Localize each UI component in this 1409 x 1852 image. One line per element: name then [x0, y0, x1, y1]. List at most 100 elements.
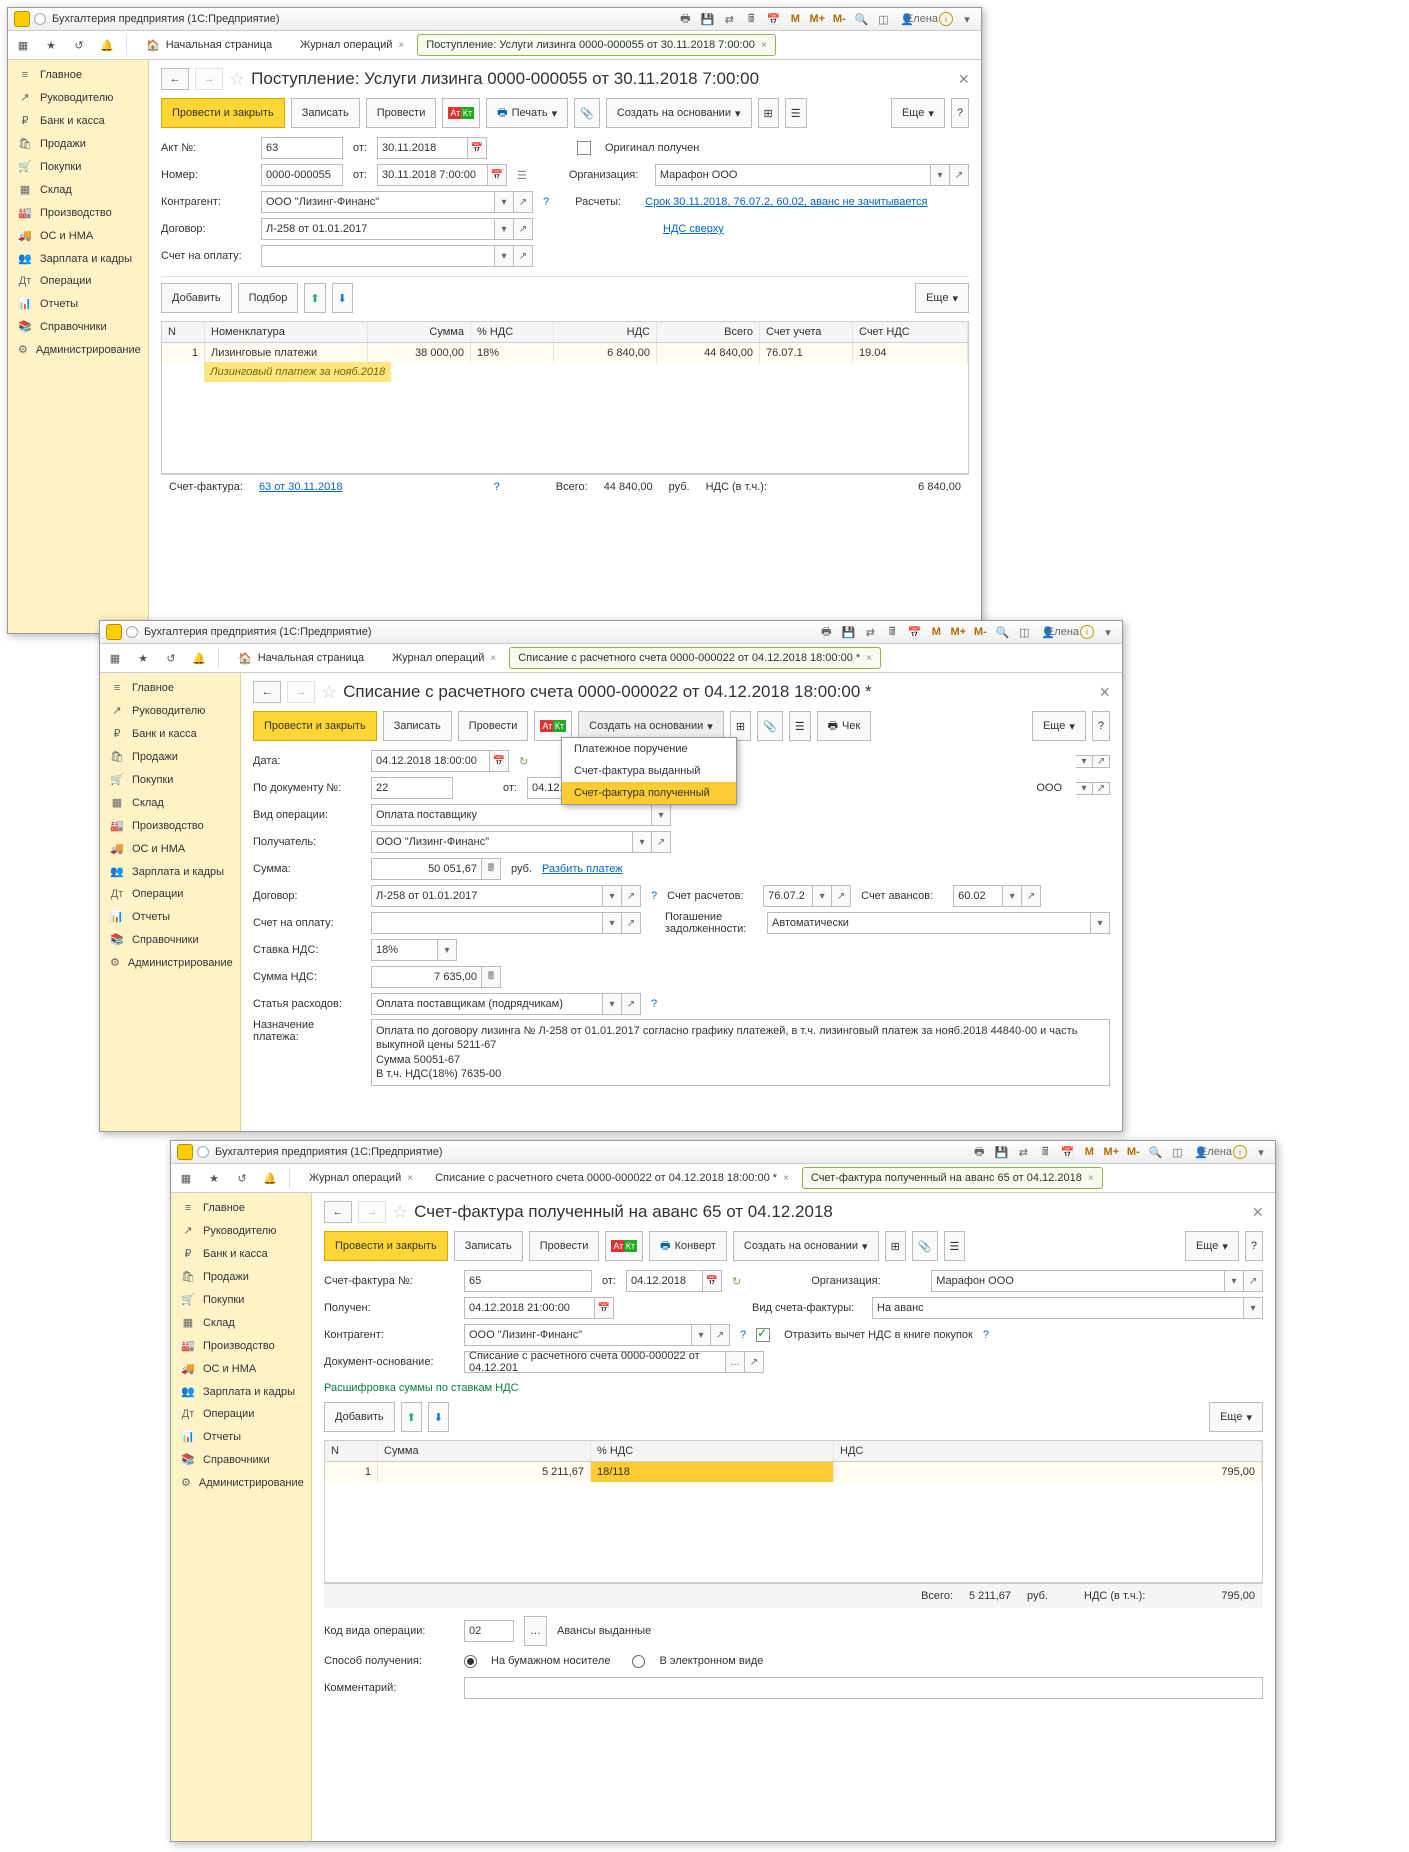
sidebar-item[interactable]: ⚙Администрирование	[8, 338, 148, 361]
calc-link[interactable]: Срок 30.11.2018, 76.07.2, 60.02, аванс н…	[645, 196, 927, 208]
dropdown-icon[interactable]	[126, 626, 138, 638]
move-down-button[interactable]: ⬇	[332, 283, 353, 313]
compare-icon[interactable]: ⇄	[862, 624, 878, 640]
favorite-icon[interactable]: ☆	[321, 682, 337, 703]
sidebar-item[interactable]: ▦Склад	[100, 791, 240, 814]
add-button[interactable]: Добавить	[324, 1402, 395, 1432]
sidebar-item[interactable]: ДтОперации	[100, 883, 240, 905]
sidebar-item[interactable]: 📚Справочники	[8, 315, 148, 338]
history-icon[interactable]: ↺	[233, 1169, 251, 1187]
dropdown-icon[interactable]	[34, 13, 46, 25]
radio-electronic[interactable]	[632, 1655, 645, 1668]
back-button[interactable]: ←	[253, 681, 281, 703]
close-button[interactable]: ×	[958, 69, 969, 90]
tab-document[interactable]: Списание с расчетного счета 0000-000022 …	[509, 647, 881, 669]
sf-type-input[interactable]: На аванс	[872, 1297, 1244, 1319]
window-icon[interactable]: ◫	[875, 11, 891, 27]
sidebar-item[interactable]: ⚙Администрирование	[100, 951, 240, 974]
sidebar-item[interactable]: 🛒Покупки	[171, 1288, 311, 1311]
layout-button[interactable]: ☰	[785, 98, 807, 128]
back-button[interactable]: ←	[161, 68, 189, 90]
sidebar-item[interactable]: ↗Руководителю	[171, 1219, 311, 1242]
refresh-icon[interactable]: ↻	[732, 1275, 741, 1288]
sidebar-item[interactable]: ₽Банк и касса	[8, 109, 148, 132]
sidebar-item[interactable]: 🏭Производство	[100, 814, 240, 837]
move-down-button[interactable]: ⬇	[428, 1402, 449, 1432]
calendar-icon[interactable]: 📅	[468, 137, 487, 159]
advance-acct-input[interactable]: 60.02	[953, 885, 1003, 907]
sidebar-item[interactable]: ₽Банк и касса	[171, 1242, 311, 1265]
post-button[interactable]: Провести	[529, 1231, 600, 1261]
calc-icon[interactable]: 🖩	[884, 624, 900, 640]
pick-button[interactable]: Подбор	[238, 283, 299, 313]
dropdown-icon[interactable]: ▾	[1076, 755, 1093, 768]
write-button[interactable]: Записать	[383, 711, 452, 741]
post-close-button[interactable]: Провести и закрыть	[253, 711, 377, 741]
more-button[interactable]: Еще ▾	[891, 98, 945, 128]
apps-icon[interactable]: ▦	[177, 1169, 195, 1187]
calendar-icon[interactable]: 📅	[488, 164, 507, 186]
sidebar-item[interactable]: ≡Главное	[100, 677, 240, 699]
struct-button[interactable]: ⊞	[885, 1231, 906, 1261]
sidebar-item[interactable]: ▦Склад	[8, 178, 148, 201]
attach-button[interactable]: 📎	[574, 98, 600, 128]
info-icon[interactable]: i	[1080, 625, 1094, 639]
m-plus[interactable]: M+	[809, 11, 825, 27]
counterparty-input[interactable]: ООО "Лизинг-Финанс"	[261, 191, 495, 213]
layout-button[interactable]: ☰	[944, 1231, 966, 1261]
split-link[interactable]: Разбить платеж	[542, 863, 623, 875]
check-button[interactable]: 🖶 Чек	[817, 711, 872, 741]
sidebar-item[interactable]: 🛍Продажи	[100, 745, 240, 768]
sfno-input[interactable]: 65	[464, 1270, 592, 1292]
post-button[interactable]: Провести	[458, 711, 529, 741]
user-label[interactable]: 👤 Елена	[1038, 624, 1074, 640]
forward-button[interactable]: →	[358, 1201, 386, 1223]
table-row[interactable]: 1 Лизинговые платежи 38 000,00 18% 6 840…	[162, 343, 968, 363]
m-minus[interactable]: M-	[831, 11, 847, 27]
org-input[interactable]: Марафон ООО	[655, 164, 931, 186]
star-icon[interactable]: ★	[205, 1169, 223, 1187]
contract-input[interactable]: Л-258 от 01.01.2017	[371, 885, 603, 907]
received-input[interactable]: 04.12.2018 21:00:00	[464, 1297, 595, 1319]
write-button[interactable]: Записать	[291, 98, 360, 128]
close-button[interactable]: ×	[1099, 682, 1110, 703]
number-input[interactable]: 0000-000055	[261, 164, 343, 186]
calc-acct-input[interactable]: 76.07.2	[763, 885, 813, 907]
attach-button[interactable]: 📎	[757, 711, 783, 741]
invoice-input[interactable]	[371, 912, 603, 934]
post-close-button[interactable]: Провести и закрыть	[161, 98, 285, 128]
post-button[interactable]: Провести	[366, 98, 437, 128]
close-icon[interactable]: ×	[761, 40, 767, 51]
more-button[interactable]: Еще ▾	[915, 283, 969, 313]
sidebar-item[interactable]: ↗Руководителю	[8, 86, 148, 109]
reflect-checkbox[interactable]	[756, 1328, 770, 1342]
move-up-button[interactable]: ⬆	[304, 283, 325, 313]
sidebar-item[interactable]: ≡Главное	[171, 1197, 311, 1219]
org-input[interactable]: Марафон ООО	[931, 1270, 1225, 1292]
date-input[interactable]: 30.11.2018 7:00:00	[377, 164, 488, 186]
tab-document[interactable]: Поступление: Услуги лизинга 0000-000055 …	[417, 34, 776, 56]
open-icon[interactable]: ↗	[950, 164, 969, 186]
sidebar-item[interactable]: 🏭Производство	[171, 1334, 311, 1357]
sum-input[interactable]: 50 051,67	[371, 858, 482, 880]
dropdown-icon[interactable]: ▾	[652, 804, 671, 826]
m-indicator[interactable]: M	[787, 11, 803, 27]
calc-icon[interactable]: 🖩	[743, 11, 759, 27]
sidebar-item[interactable]: 👥Зарплата и кадры	[100, 860, 240, 883]
struct-button[interactable]: ⊞	[758, 98, 779, 128]
bell-icon[interactable]: 🔔	[190, 649, 208, 667]
sidebar-item[interactable]: 👥Зарплата и кадры	[171, 1380, 311, 1403]
info-icon[interactable]: i	[939, 12, 953, 26]
nds-link[interactable]: НДС сверху	[663, 223, 724, 235]
sidebar-item[interactable]: 🚚ОС и НМА	[171, 1357, 311, 1380]
tab-journal[interactable]: Журнал операций×	[383, 647, 505, 669]
sidebar-item[interactable]: 📚Справочники	[171, 1448, 311, 1471]
help-link[interactable]: ?	[494, 481, 500, 493]
open-icon[interactable]: ↗	[652, 831, 671, 853]
sidebar-item[interactable]: 🚚ОС и НМА	[8, 224, 148, 247]
vat-rate-input[interactable]: 18%	[371, 939, 438, 961]
opcode-pick[interactable]: …	[524, 1616, 547, 1646]
dtkt-button[interactable]: Ат Кт	[605, 1231, 643, 1261]
sidebar-item[interactable]: 🛍Продажи	[171, 1265, 311, 1288]
window-icon[interactable]: ◫	[1016, 624, 1032, 640]
